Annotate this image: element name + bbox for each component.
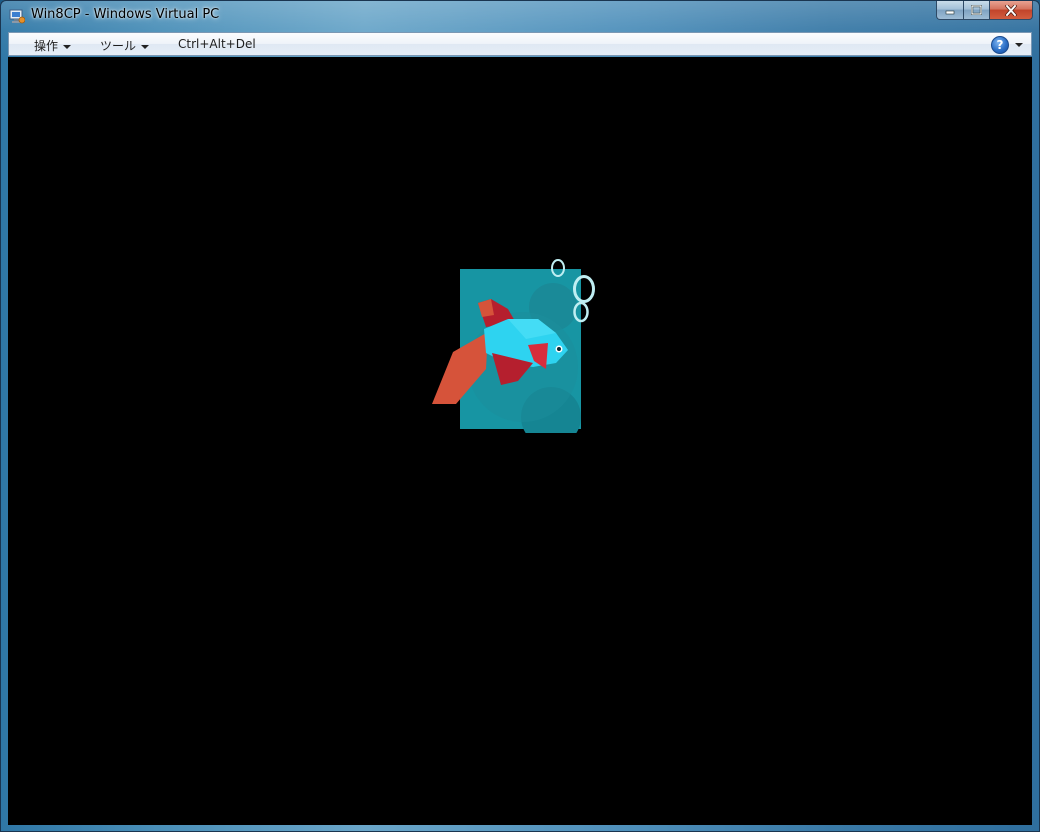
close-button[interactable] — [989, 1, 1033, 20]
menu-tools-label: ツール — [100, 39, 137, 53]
chevron-down-icon — [1015, 43, 1023, 47]
menu-action[interactable]: 操作 — [34, 37, 72, 54]
caption-buttons — [936, 1, 1033, 21]
maximize-button[interactable] — [963, 1, 989, 20]
menu-ctrl-alt-del[interactable]: Ctrl+Alt+Del — [178, 37, 256, 51]
menu-ctrl-alt-del-label: Ctrl+Alt+Del — [178, 37, 256, 51]
maximize-icon — [971, 5, 982, 15]
help-menu[interactable]: ? — [991, 36, 1023, 54]
minimize-button[interactable] — [936, 1, 963, 20]
menu-bar: 操作 ツール Ctrl+Alt+Del ? — [8, 32, 1032, 56]
menu-action-label: 操作 — [34, 39, 59, 53]
virtual-pc-window: Win8CP - Windows Virtual PC 操作 ツール Ctrl+… — [0, 0, 1040, 832]
help-icon: ? — [991, 36, 1009, 54]
chevron-down-icon — [141, 44, 150, 49]
chevron-down-icon — [63, 44, 72, 49]
menu-tools[interactable]: ツール — [100, 37, 150, 54]
minimize-icon — [945, 10, 955, 15]
virtual-pc-icon[interactable] — [9, 8, 25, 24]
title-bar[interactable]: Win8CP - Windows Virtual PC — [1, 1, 1039, 31]
window-title: Win8CP - Windows Virtual PC — [31, 7, 220, 22]
betta-fish-logo — [432, 259, 595, 433]
close-icon — [1005, 4, 1017, 16]
vm-screen[interactable] — [8, 57, 1032, 825]
fish-eye-pupil — [557, 347, 561, 351]
